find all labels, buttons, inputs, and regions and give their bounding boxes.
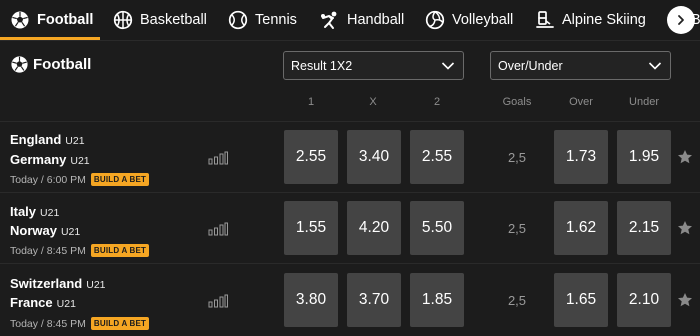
sport-tabs: Football Basketball Tennis Handball Voll… (0, 0, 700, 40)
odds-button-x[interactable]: 4.20 (347, 201, 401, 255)
column-headers: 1 X 2 Goals Over Under (0, 88, 700, 118)
odds-button-x[interactable]: 3.40 (347, 130, 401, 184)
section-header: Football Result 1X2 Over/Under (0, 41, 700, 88)
section-title: Football (10, 55, 91, 74)
match-row[interactable]: England U21 Germany U21 Today / 6:00 PM BUI… (0, 121, 700, 192)
away-team: Germany U21 (10, 152, 90, 167)
tab-label: Tennis (255, 12, 297, 28)
odds-button-over[interactable]: 1.73 (554, 130, 608, 184)
odds-button-1[interactable]: 2.55 (284, 130, 338, 184)
market-select-over-under[interactable]: Over/Under (490, 51, 671, 80)
column-header-x: X (369, 96, 377, 108)
odds-button-under[interactable]: 1.95 (617, 130, 671, 184)
tab-label: Alpine Skiing (562, 12, 646, 28)
football-icon (10, 10, 30, 30)
market-select-result[interactable]: Result 1X2 (283, 51, 464, 80)
away-team-name: Germany (10, 152, 67, 167)
basketball-icon (113, 10, 133, 30)
match-meta: Today / 6:00 PM BUILD A BET (10, 173, 150, 186)
home-team-name: Switzerland (10, 276, 83, 291)
tennis-icon (228, 10, 248, 30)
build-a-bet-badge[interactable]: BUILD A BET (90, 173, 150, 186)
home-team-age: U21 (40, 207, 60, 219)
chevron-down-icon (648, 62, 662, 70)
build-a-bet-badge[interactable]: BUILD A BET (90, 317, 150, 330)
away-team-age: U21 (56, 298, 76, 310)
home-team-name: England (10, 132, 62, 147)
away-team-age: U21 (70, 155, 90, 167)
column-header-goals: Goals (502, 96, 532, 108)
handball-icon (320, 10, 340, 30)
market-select-value: Over/Under (498, 58, 563, 73)
tab-basketball[interactable]: Basketball (113, 0, 207, 40)
tab-football[interactable]: Football (10, 0, 93, 40)
away-team-age: U21 (60, 226, 81, 238)
home-team-age: U21 (86, 279, 106, 291)
match-meta: Today / 8:45 PM BUILD A BET (10, 244, 150, 257)
away-team: France U21 (10, 295, 76, 310)
goals-line: 2,5 (507, 293, 527, 308)
goals-line: 2,5 (507, 150, 527, 165)
stats-icon[interactable] (208, 151, 228, 165)
market-select-value: Result 1X2 (291, 58, 353, 73)
scroll-right-button[interactable] (667, 6, 695, 34)
odds-button-2[interactable]: 5.50 (410, 201, 464, 255)
column-header-under: Under (629, 96, 659, 108)
odds-button-x[interactable]: 3.70 (347, 273, 401, 327)
match-time: Today / 6:00 PM (10, 173, 86, 186)
match-time: Today / 8:45 PM (10, 317, 86, 330)
stats-icon[interactable] (208, 294, 228, 308)
goals-line: 2,5 (507, 221, 527, 236)
home-team: England U21 (10, 132, 85, 147)
away-team-name: France (10, 295, 53, 310)
match-row[interactable]: Switzerland U21 France U21 Today / 8:45 PM… (0, 263, 700, 334)
home-team-name: Italy (10, 204, 37, 219)
odds-button-1[interactable]: 1.55 (284, 201, 338, 255)
favorite-star-icon[interactable] (677, 292, 693, 308)
volleyball-icon (425, 10, 445, 30)
away-team-name: Norway (10, 223, 57, 238)
home-team: Italy U21 (10, 204, 59, 219)
match-meta: Today / 8:45 PM BUILD A BET (10, 317, 150, 330)
odds-button-1[interactable]: 3.80 (284, 273, 338, 327)
column-header-2: 2 (433, 96, 441, 108)
away-team: Norway U21 (10, 223, 80, 238)
tab-volleyball[interactable]: Volleyball (425, 0, 513, 40)
alpine-skiing-icon (535, 10, 555, 30)
tab-label: Handball (347, 12, 405, 28)
odds-button-2[interactable]: 1.85 (410, 273, 464, 327)
stats-icon[interactable] (208, 222, 228, 236)
home-team-age: U21 (65, 135, 85, 147)
chevron-right-icon (678, 15, 684, 25)
tab-handball[interactable]: Handball (320, 0, 404, 40)
tab-label: Volleyball (452, 12, 514, 28)
tab-label: Football (37, 12, 94, 28)
favorite-star-icon[interactable] (677, 149, 693, 165)
match-row[interactable]: Italy U21 Norway U21 Today / 8:45 PM BUILD … (0, 192, 700, 263)
build-a-bet-badge[interactable]: BUILD A BET (90, 244, 150, 257)
column-header-over: Over (569, 96, 593, 108)
tab-tennis[interactable]: Tennis (228, 0, 297, 40)
odds-button-over[interactable]: 1.65 (554, 273, 608, 327)
section-title-label: Football (33, 56, 92, 73)
odds-button-over[interactable]: 1.62 (554, 201, 608, 255)
odds-button-2[interactable]: 2.55 (410, 130, 464, 184)
tab-alpine-skiing[interactable]: Alpine Skiing (535, 0, 646, 40)
favorite-star-icon[interactable] (677, 220, 693, 236)
odds-button-under[interactable]: 2.10 (617, 273, 671, 327)
odds-button-under[interactable]: 2.15 (617, 201, 671, 255)
football-icon (10, 55, 29, 74)
tab-label: Basketball (140, 12, 207, 28)
home-team: Switzerland U21 (10, 276, 106, 291)
match-time: Today / 8:45 PM (10, 244, 86, 257)
chevron-down-icon (441, 62, 455, 70)
column-header-1: 1 (307, 96, 315, 108)
